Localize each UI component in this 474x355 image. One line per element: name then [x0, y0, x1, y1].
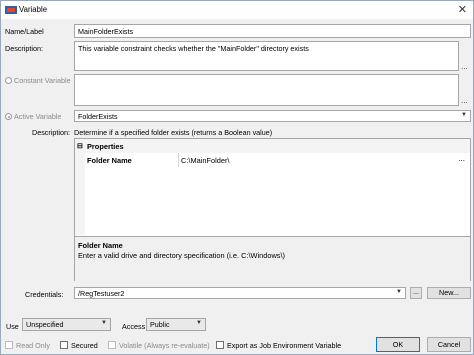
credentials-label: Credentials: — [25, 290, 64, 299]
credentials-browse-button[interactable]: ... — [410, 287, 422, 299]
constant-variable-input[interactable] — [74, 74, 459, 106]
export-label: Export as Job Environment Variable — [227, 341, 342, 350]
ok-button[interactable]: OK — [376, 337, 420, 352]
property-row[interactable]: Folder Name C:\MainFolder\ ... — [75, 153, 470, 167]
property-value[interactable]: C:\MainFolder\ — [181, 156, 229, 165]
credentials-value: /RegTestuser2 — [78, 289, 125, 298]
use-value: Unspecified — [26, 320, 64, 329]
read-only-checkbox[interactable] — [5, 341, 13, 349]
new-credentials-button[interactable]: New... — [427, 287, 471, 299]
volatile-checkbox[interactable] — [108, 341, 116, 349]
constant-variable-radio[interactable] — [5, 77, 12, 84]
access-select[interactable]: Public ▼ — [146, 318, 206, 331]
active-description-text: Determine if a specified folder exists (… — [74, 128, 273, 137]
active-variable-label: Active Variable — [14, 112, 62, 121]
properties-grid: ⊟ Properties Folder Name C:\MainFolder\ … — [74, 138, 471, 281]
use-select[interactable]: Unspecified ▼ — [22, 318, 111, 331]
property-browse-button[interactable]: ... — [458, 154, 465, 163]
help-text: Enter a valid drive and directory specif… — [78, 251, 286, 260]
properties-header-label: Properties — [87, 142, 124, 151]
variable-dialog: Variable ✕ Name/Label MainFolderExists D… — [0, 0, 474, 355]
constant-variable-label: Constant Variable — [14, 76, 71, 85]
export-checkbox[interactable] — [216, 341, 224, 349]
secured-label: Secured — [71, 341, 98, 350]
active-variable-radio[interactable] — [5, 113, 12, 120]
property-name: Folder Name — [87, 156, 132, 165]
collapse-icon[interactable]: ⊟ — [77, 142, 83, 150]
access-value: Public — [150, 320, 170, 329]
chevron-down-icon: ▼ — [396, 289, 402, 295]
grid-gutter — [75, 167, 85, 235]
window-title: Variable — [19, 5, 48, 14]
description-label: Description: — [5, 44, 43, 53]
property-help-panel: Folder Name Enter a valid drive and dire… — [75, 236, 470, 281]
chevron-down-icon: ▼ — [101, 320, 107, 326]
description-browse-button[interactable]: ... — [461, 62, 468, 71]
chevron-down-icon: ▼ — [461, 112, 467, 118]
row-gutter — [75, 153, 85, 167]
close-icon[interactable]: ✕ — [458, 3, 467, 16]
column-divider — [178, 153, 179, 167]
volatile-label: Volatile (Always re-evaluate) — [119, 341, 210, 350]
chevron-down-icon: ▼ — [196, 320, 202, 326]
help-title: Folder Name — [78, 241, 123, 250]
description-input[interactable]: This variable constraint checks whether … — [74, 41, 459, 71]
name-input[interactable]: MainFolderExists — [74, 24, 471, 38]
read-only-label: Read Only — [16, 341, 50, 350]
secured-checkbox[interactable] — [60, 341, 68, 349]
use-label: Use — [6, 322, 19, 331]
title-bar: Variable ✕ — [1, 1, 473, 19]
access-label: Access — [122, 322, 146, 331]
name-label: Name/Label — [5, 27, 44, 36]
app-icon — [5, 6, 17, 14]
active-variable-value: FolderExists — [78, 112, 118, 121]
cancel-button[interactable]: Cancel — [427, 337, 471, 352]
credentials-select[interactable]: /RegTestuser2 ▼ — [74, 287, 406, 299]
active-variable-select[interactable]: FolderExists ▼ — [74, 110, 471, 122]
properties-header[interactable]: ⊟ Properties — [75, 139, 470, 153]
active-description-label: Description: — [32, 128, 70, 137]
constant-browse-button[interactable]: ... — [461, 96, 468, 105]
